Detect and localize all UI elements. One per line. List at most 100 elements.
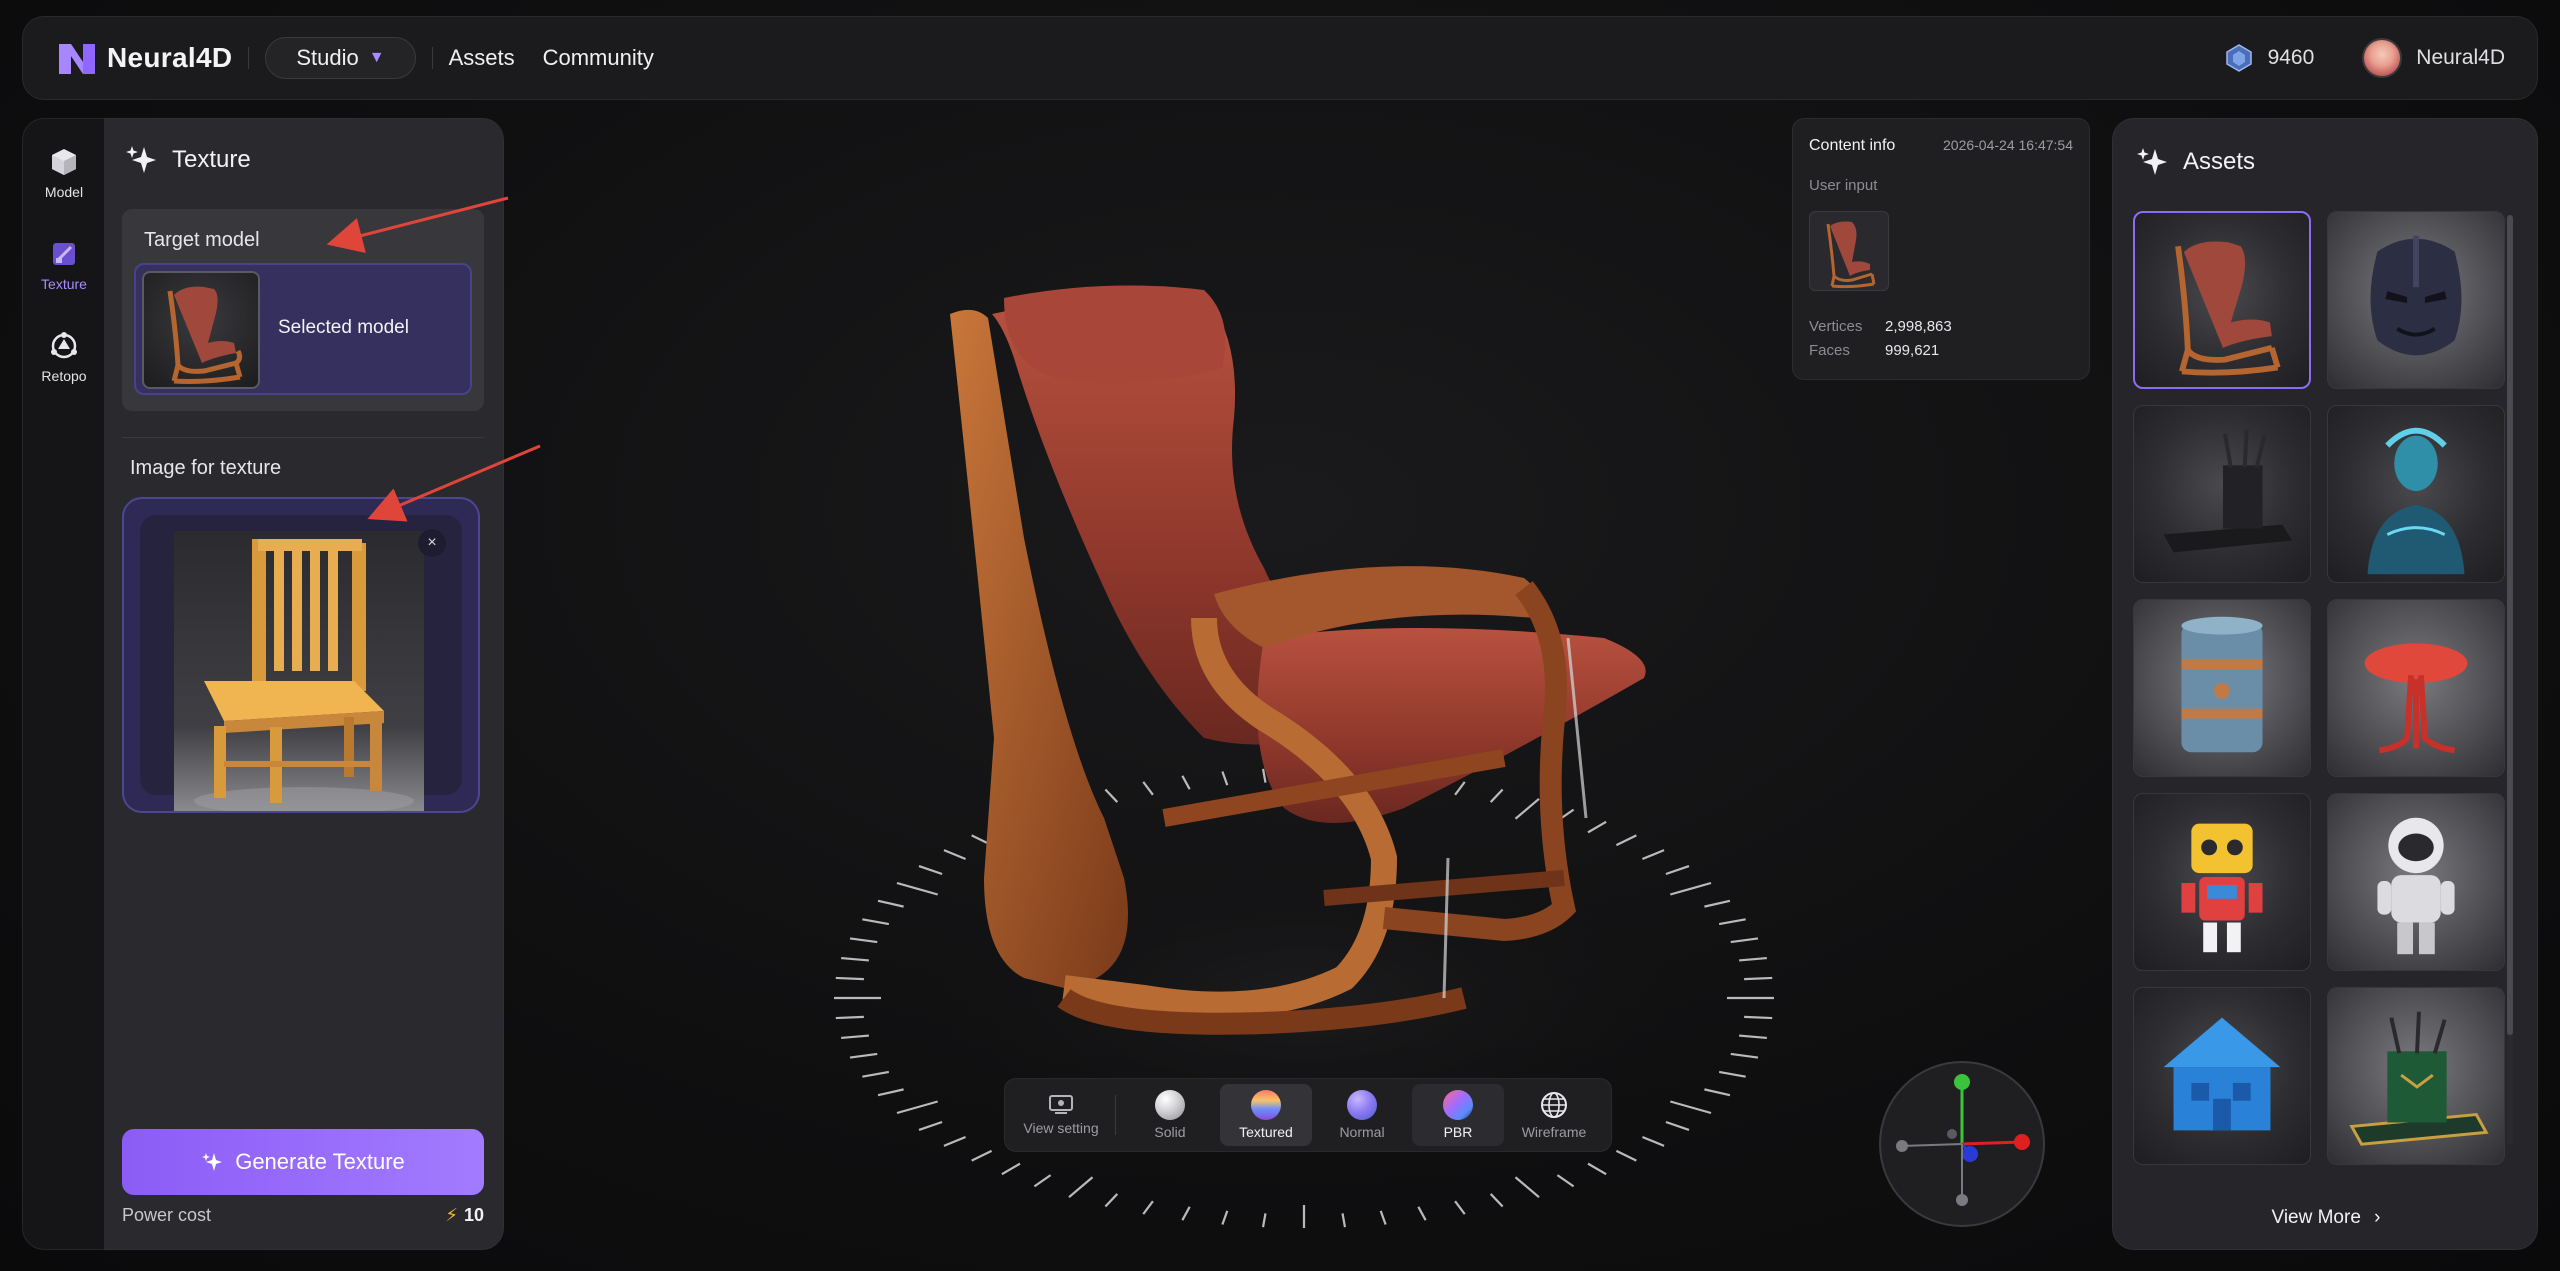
- view-setting-icon: [1049, 1095, 1073, 1114]
- power-cost-row: Power cost ⚡ 10: [122, 1205, 484, 1226]
- texture-brush-icon: [53, 243, 75, 265]
- asset-tile-red-mushroom[interactable]: [2327, 599, 2505, 777]
- asset-tile-barrel[interactable]: [2133, 599, 2311, 777]
- wireframe-icon: [1541, 1092, 1567, 1118]
- cube-icon: [52, 149, 76, 175]
- credits-value: 9460: [2267, 46, 2315, 69]
- rail-label: Retopo: [41, 368, 87, 384]
- asset-tile-chair[interactable]: [2133, 211, 2311, 389]
- user-input-thumbnail[interactable]: [1809, 211, 1889, 291]
- lightning-icon: ⚡: [445, 1205, 458, 1225]
- image-for-texture-label: Image for texture: [130, 457, 282, 479]
- solid-mode-button[interactable]: Solid: [1124, 1084, 1216, 1146]
- asset-tile-robot[interactable]: [2133, 793, 2311, 971]
- power-cost-label: Power cost: [122, 1205, 212, 1225]
- content-info-card: Content info 2026-04-24 16:47:54 User in…: [1792, 118, 2090, 380]
- pbr-ball-icon: [1443, 1090, 1473, 1120]
- asset-tile-astronaut[interactable]: [2327, 793, 2505, 971]
- asset-grid: [2133, 211, 2505, 1165]
- solid-ball-icon: [1155, 1090, 1185, 1120]
- credits-balance[interactable]: 9460: [2224, 43, 2315, 73]
- chevron-right-icon: ›: [2374, 1207, 2381, 1228]
- textured-mode-button[interactable]: Textured: [1220, 1084, 1312, 1146]
- user-input-label: User input: [1809, 177, 1878, 194]
- content-info-date: 2026-04-24 16:47:54: [1943, 137, 2073, 153]
- assets-scrollbar[interactable]: [2507, 215, 2513, 1145]
- tool-rail: Model Texture Retopo: [22, 118, 104, 1250]
- textured-label: Textured: [1239, 1124, 1293, 1140]
- vertices-label: Vertices: [1809, 318, 1863, 335]
- assets-title: Assets: [2183, 148, 2256, 175]
- wireframe-mode-button[interactable]: Wireframe: [1508, 1084, 1600, 1146]
- faces-label: Faces: [1809, 342, 1850, 359]
- gem-icon: [2225, 44, 2252, 72]
- axis-gizmo[interactable]: [1878, 1060, 2046, 1228]
- studio-dropdown[interactable]: Studio ▼: [265, 37, 416, 79]
- view-setting-label: View setting: [1023, 1120, 1099, 1136]
- normal-label: Normal: [1339, 1124, 1385, 1140]
- studio-label: Studio: [296, 45, 359, 70]
- close-icon: ×: [427, 534, 437, 551]
- selected-model-thumbnail: [142, 271, 260, 389]
- target-model-section: Target model Selected model: [122, 209, 484, 411]
- asset-tile-pen-holder-dark[interactable]: [2133, 405, 2311, 583]
- asset-tile-blue-house[interactable]: [2133, 987, 2311, 1165]
- generate-texture-label: Generate Texture: [235, 1149, 405, 1174]
- neural4d-logo-icon: [59, 44, 95, 74]
- rail-model[interactable]: Model: [23, 127, 105, 219]
- textured-ball-icon: [1251, 1090, 1281, 1120]
- asset-tile-iron-helmet[interactable]: [2327, 211, 2505, 389]
- brand-logo[interactable]: Neural4D: [55, 36, 232, 80]
- avatar: [2362, 38, 2403, 78]
- sparkle-icon: [2137, 148, 2167, 175]
- assets-panel: Assets View More ›: [2112, 118, 2538, 1250]
- user-menu[interactable]: Neural4D: [2362, 38, 2505, 78]
- selected-model-card[interactable]: Selected model: [134, 263, 472, 395]
- texture-panel: Texture Target model Selected model Imag…: [104, 118, 504, 1250]
- view-mode-toolbar: View setting Solid Textured Normal PBR W…: [1004, 1078, 1612, 1152]
- username: Neural4D: [2416, 46, 2505, 69]
- asset-tile-pen-holder-green[interactable]: [2327, 987, 2505, 1165]
- solid-label: Solid: [1154, 1124, 1186, 1140]
- faces-value: 999,621: [1885, 342, 1940, 359]
- image-preview-frame: ×: [140, 515, 462, 811]
- nav-assets[interactable]: Assets: [449, 45, 515, 71]
- rail-label: Model: [44, 184, 84, 200]
- rail-label: Texture: [41, 276, 87, 292]
- target-model-label: Target model: [144, 229, 260, 251]
- scrollbar-thumb[interactable]: [2507, 215, 2513, 1035]
- toolbar-divider: [1115, 1095, 1116, 1135]
- sparkle-icon: [202, 1153, 223, 1171]
- mesh-stats: Vertices 2,998,863 Faces 999,621: [1809, 315, 1952, 363]
- rail-retopo[interactable]: Retopo: [23, 311, 105, 403]
- wooden-chair-image: [174, 531, 424, 811]
- content-info-title: Content info: [1809, 137, 1896, 154]
- power-cost-number: 10: [463, 1205, 484, 1225]
- divider: [431, 47, 433, 69]
- nav-community[interactable]: Community: [543, 45, 654, 71]
- generate-texture-button[interactable]: Generate Texture: [122, 1129, 484, 1195]
- view-more-link[interactable]: View More ›: [2113, 1207, 2539, 1229]
- sparkle-icon: [126, 146, 156, 173]
- rail-texture[interactable]: Texture: [23, 219, 105, 311]
- wireframe-label: Wireframe: [1521, 1124, 1587, 1140]
- remove-image-button[interactable]: ×: [418, 529, 446, 557]
- brand-name: Neural4D: [107, 42, 233, 73]
- top-bar: Neural4D Studio ▼ Assets Community 9460 …: [22, 16, 2538, 100]
- normal-ball-icon: [1347, 1090, 1377, 1120]
- view-more-label: View More: [2271, 1207, 2361, 1228]
- vertices-value: 2,998,863: [1885, 318, 1952, 335]
- power-cost-value: ⚡ 10: [445, 1205, 484, 1226]
- retopo-icon: [51, 332, 77, 359]
- asset-tile-cyber-bust[interactable]: [2327, 405, 2505, 583]
- normal-mode-button[interactable]: Normal: [1316, 1084, 1408, 1146]
- caret-down-icon: ▼: [368, 49, 385, 66]
- view-setting-button[interactable]: View setting: [1015, 1084, 1107, 1146]
- panel-title: Texture: [172, 146, 251, 173]
- texture-image-dropzone[interactable]: ×: [122, 497, 480, 813]
- section-divider: [122, 437, 484, 438]
- divider: [248, 47, 250, 69]
- selected-model-text: Selected model: [278, 317, 409, 338]
- pbr-mode-button[interactable]: PBR: [1412, 1084, 1504, 1146]
- pbr-label: PBR: [1443, 1124, 1473, 1140]
